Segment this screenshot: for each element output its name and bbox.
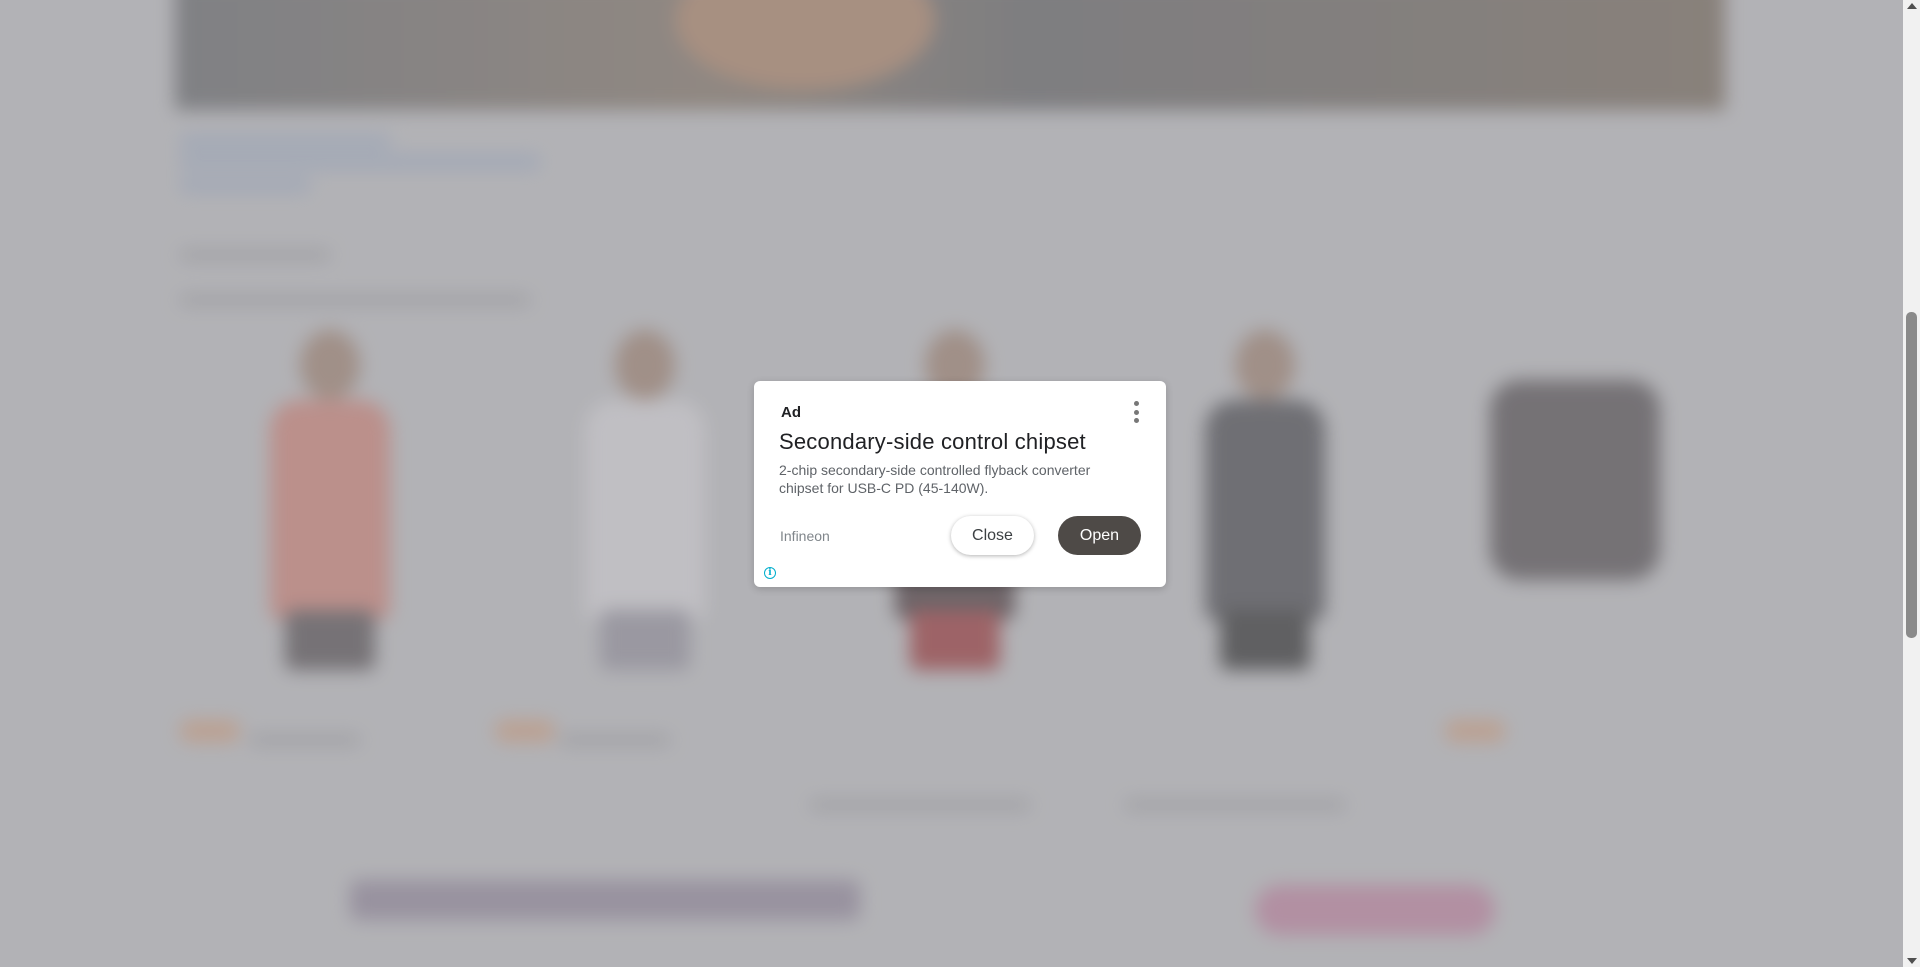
ad-description: 2-chip secondary-side controlled flyback… (779, 462, 1091, 496)
ad-title[interactable]: Secondary-side control chipset (779, 429, 1086, 455)
vertical-scrollbar[interactable] (1903, 0, 1920, 967)
blurred-page: Ad Secondary-side control chipset 2-chip… (0, 0, 1903, 967)
close-button[interactable]: Close (951, 516, 1034, 555)
scrollbar-thumb[interactable] (1906, 312, 1917, 638)
menu-dot (1133, 401, 1139, 406)
ad-dialog: Ad Secondary-side control chipset 2-chip… (754, 381, 1166, 587)
more-vert-icon[interactable] (1130, 399, 1142, 425)
ad-advertiser[interactable]: Infineon (780, 528, 830, 544)
scroll-down-arrow-icon[interactable] (1907, 958, 1917, 964)
info-icon[interactable]: i (764, 567, 776, 579)
open-button[interactable]: Open (1058, 516, 1141, 555)
ad-label: Ad (781, 404, 801, 421)
scroll-up-arrow-icon[interactable] (1907, 3, 1917, 9)
menu-dot (1133, 409, 1139, 415)
menu-dot (1133, 418, 1139, 423)
